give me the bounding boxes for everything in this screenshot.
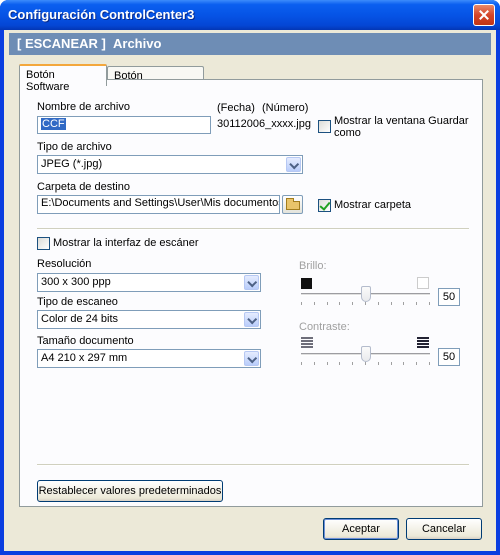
slider-tick — [301, 302, 302, 305]
scan-type-select[interactable]: Color de 24 bits — [37, 310, 261, 329]
chevron-down-icon[interactable] — [286, 157, 301, 172]
slider-tick — [390, 302, 392, 305]
destination-label: Carpeta de destino — [37, 181, 130, 193]
accept-button[interactable]: Aceptar — [323, 518, 399, 540]
show-save-window-label: Mostrar la ventana Guardar como — [334, 115, 469, 139]
browse-folder-button[interactable] — [282, 195, 303, 214]
file-name-pattern: 30112006_xxxx.jpg — [217, 118, 311, 130]
reset-defaults-label: Restablecer valores predeterminados — [38, 485, 222, 497]
slider-tick — [416, 302, 418, 305]
destination-value: E:\Documents and Settings\User\Mis docum… — [41, 197, 280, 209]
cancel-label: Cancelar — [421, 523, 467, 535]
date-label: (Fecha) — [217, 102, 255, 114]
chevron-down-icon[interactable] — [244, 275, 259, 290]
file-type-label: Tipo de archivo — [37, 141, 112, 153]
document-size-label: Tamaño documento — [37, 335, 134, 347]
slider-tick — [429, 362, 430, 365]
slider-tick — [403, 362, 405, 365]
resolution-select[interactable]: 300 x 300 ppp — [37, 273, 261, 292]
contrast-value: 50 — [442, 351, 456, 363]
brightness-label: Brillo: — [299, 260, 327, 272]
document-size-select[interactable]: A4 210 x 297 mm — [37, 349, 261, 368]
chevron-down-icon[interactable] — [244, 312, 259, 327]
brightness-dark-icon — [301, 278, 312, 289]
number-label: (Número) — [262, 102, 309, 114]
tab-software-button[interactable]: Botón Software — [19, 64, 107, 93]
contrast-value-field[interactable]: 50 — [438, 348, 460, 366]
brightness-value-field[interactable]: 50 — [438, 288, 460, 306]
dialog-window: Configuración ControlCenter3 [ ESCANEAR … — [0, 0, 500, 555]
title-bar[interactable]: Configuración ControlCenter3 — [0, 0, 500, 30]
brightness-value: 50 — [442, 291, 456, 303]
slider-tick — [339, 362, 341, 365]
slider-tick — [429, 302, 430, 305]
file-name-value: CCF — [41, 118, 66, 130]
contrast-label: Contraste: — [299, 321, 350, 333]
window-title: Configuración ControlCenter3 — [8, 7, 195, 22]
divider — [37, 228, 469, 230]
show-save-window-checkbox[interactable] — [318, 120, 331, 133]
cancel-button[interactable]: Cancelar — [406, 518, 482, 540]
destination-input[interactable]: E:\Documents and Settings\User\Mis docum… — [37, 195, 280, 214]
brightness-light-icon — [417, 277, 429, 289]
contrast-slider-thumb[interactable] — [360, 346, 371, 362]
contrast-ticks — [301, 362, 430, 366]
accept-label: Aceptar — [342, 523, 380, 535]
dialog-client: [ ESCANEAR ] Archivo Botón Software Botó… — [4, 30, 496, 551]
slider-tick — [365, 302, 366, 305]
reset-defaults-button[interactable]: Restablecer valores predeterminados — [37, 480, 223, 502]
slider-tick — [390, 362, 392, 365]
show-scanner-interface-checkbox[interactable] — [37, 237, 50, 250]
slider-tick — [352, 302, 354, 305]
section-label: [ ESCANEAR ] — [17, 36, 106, 51]
slider-tick — [326, 302, 328, 305]
folder-icon — [286, 198, 300, 210]
file-name-input[interactable]: CCF — [37, 116, 211, 134]
slider-tick — [326, 362, 328, 365]
contrast-low-icon — [301, 337, 313, 348]
slider-tick — [377, 302, 379, 305]
slider-tick — [403, 302, 405, 305]
scan-type-label: Tipo de escaneo — [37, 296, 118, 308]
tab-panel: Nombre de archivo (Fecha) (Número) CCF 3… — [19, 79, 483, 507]
slider-tick — [352, 362, 354, 365]
slider-tick — [377, 362, 379, 365]
slider-tick — [365, 362, 366, 365]
slider-tick — [313, 302, 315, 305]
chevron-down-icon[interactable] — [244, 351, 259, 366]
divider — [37, 464, 469, 466]
slider-tick — [416, 362, 418, 365]
tab-software-label: Botón Software — [26, 69, 70, 93]
close-button[interactable] — [473, 4, 495, 26]
brightness-slider-thumb[interactable] — [360, 286, 371, 302]
slider-tick — [313, 362, 315, 365]
show-folder-checkbox[interactable] — [318, 199, 331, 212]
file-name-label: Nombre de archivo — [37, 101, 130, 113]
brightness-ticks — [301, 302, 430, 306]
slider-tick — [339, 302, 341, 305]
file-type-select[interactable]: JPEG (*.jpg) — [37, 155, 303, 174]
file-type-value: JPEG (*.jpg) — [41, 158, 103, 170]
document-size-value: A4 210 x 297 mm — [41, 352, 128, 364]
show-scanner-interface-label: Mostrar la interfaz de escáner — [53, 237, 199, 249]
page-label: Archivo — [113, 36, 162, 51]
show-folder-label: Mostrar carpeta — [334, 199, 412, 211]
resolution-value: 300 x 300 ppp — [41, 276, 111, 288]
section-header: [ ESCANEAR ] Archivo — [9, 33, 491, 55]
slider-tick — [301, 362, 302, 365]
resolution-label: Resolución — [37, 258, 92, 270]
scan-type-value: Color de 24 bits — [41, 313, 119, 325]
contrast-high-icon — [417, 337, 429, 348]
